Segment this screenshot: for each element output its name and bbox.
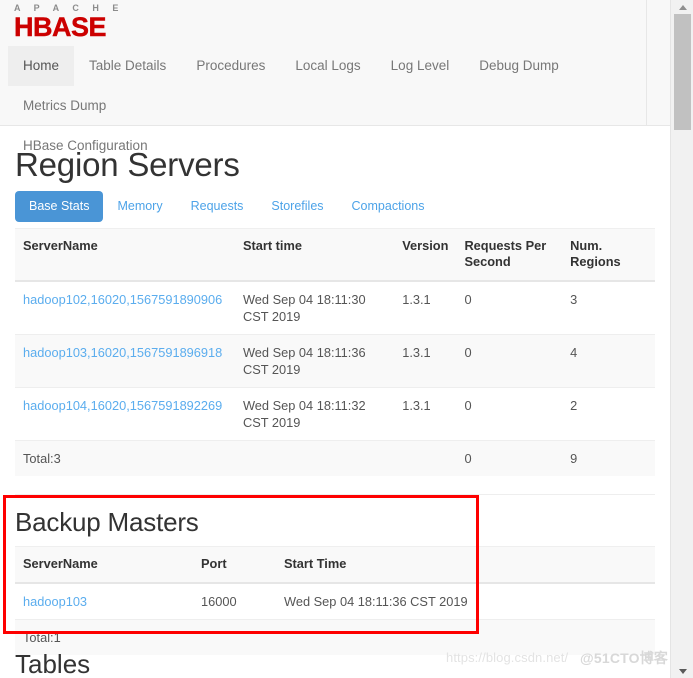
table-total-row: Total:3 0 9	[15, 440, 655, 477]
top-navbar: A P A C H E HBASE Home Table Details Pro…	[0, 0, 670, 153]
scrollbar-down-button[interactable]	[671, 664, 693, 678]
cell-bm-port: 16000	[193, 582, 276, 620]
apache-hbase-logo[interactable]: A P A C H E HBASE	[14, 4, 124, 41]
cell-num-regions: 3	[562, 280, 655, 335]
region-servers-table-body: hadoop102,16020,1567591890906 Wed Sep 04…	[15, 280, 655, 477]
server-link-hadoop103[interactable]: hadoop103,16020,1567591896918	[23, 345, 222, 360]
cell-start-time: Wed Sep 04 18:11:30 CST 2019	[234, 280, 395, 335]
nav-item-log-level[interactable]: Log Level	[376, 46, 465, 86]
nav-item-local-logs[interactable]: Local Logs	[280, 46, 375, 86]
backup-masters-table-body: hadoop103 16000 Wed Sep 04 18:11:36 CST …	[15, 582, 655, 655]
cell-total-version	[394, 440, 457, 477]
column-header-server-name[interactable]: ServerName	[15, 228, 235, 283]
main-container: Region Servers Base Stats Memory Request…	[0, 146, 670, 496]
vertical-scrollbar[interactable]	[670, 0, 693, 678]
cell-bm-total-start-time	[276, 618, 655, 655]
column-header-bm-server-name[interactable]: ServerName	[15, 545, 193, 584]
cell-requests-per-second: 0	[456, 334, 563, 388]
table-row: hadoop103 16000 Wed Sep 04 18:11:36 CST …	[15, 582, 655, 620]
cell-server-name: hadoop103,16020,1567591896918	[15, 334, 235, 388]
scrollbar-thumb[interactable]	[674, 14, 691, 130]
nav-item-procedures[interactable]: Procedures	[181, 46, 280, 86]
chevron-up-icon	[678, 4, 687, 10]
cell-total-label: Total:3	[15, 440, 235, 477]
tab-storefiles[interactable]: Storefiles	[257, 191, 337, 222]
tab-requests[interactable]: Requests	[177, 191, 258, 222]
table-header-row: ServerName Port Start Time	[15, 545, 655, 584]
browser-page: A P A C H E HBASE Home Table Details Pro…	[0, 0, 693, 678]
table-row: hadoop102,16020,1567591890906 Wed Sep 04…	[15, 280, 655, 335]
column-header-bm-port[interactable]: Port	[193, 545, 276, 584]
cell-requests-per-second: 0	[456, 280, 563, 335]
backup-master-link-hadoop103[interactable]: hadoop103	[23, 594, 87, 609]
chevron-down-icon	[678, 668, 687, 674]
nav-item-metrics-dump[interactable]: Metrics Dump	[8, 86, 121, 126]
cell-total-start-time	[234, 440, 395, 477]
cell-requests-per-second: 0	[456, 387, 563, 441]
scrollbar-up-button[interactable]	[671, 0, 693, 14]
table-total-row: Total:1	[15, 618, 655, 655]
cell-start-time: Wed Sep 04 18:11:32 CST 2019	[234, 387, 395, 441]
section-title-tables: Tables	[15, 649, 91, 678]
backup-masters-table-head: ServerName Port Start Time	[15, 545, 655, 584]
cell-start-time: Wed Sep 04 18:11:36 CST 2019	[234, 334, 395, 388]
cell-total-requests-per-second: 0	[456, 440, 563, 477]
nav-item-table-details[interactable]: Table Details	[74, 46, 181, 86]
cell-bm-start-time: Wed Sep 04 18:11:36 CST 2019	[276, 582, 655, 620]
tab-memory[interactable]: Memory	[103, 191, 176, 222]
column-header-bm-start-time[interactable]: Start Time	[276, 545, 655, 584]
server-link-hadoop104[interactable]: hadoop104,16020,1567591892269	[23, 398, 222, 413]
cell-version: 1.3.1	[394, 280, 457, 335]
tab-compactions[interactable]: Compactions	[338, 191, 439, 222]
logo-hbase-text: HBASE	[14, 12, 107, 42]
cell-total-num-regions: 9	[562, 440, 655, 477]
cell-server-name: hadoop104,16020,1567591892269	[15, 387, 235, 441]
tab-base-stats[interactable]: Base Stats	[15, 191, 104, 223]
column-header-requests-per-second[interactable]: Requests Per Second	[456, 228, 563, 283]
cell-num-regions: 4	[562, 334, 655, 388]
section-title-backup-masters: Backup Masters	[15, 507, 199, 537]
navbar-edge-shade	[646, 0, 647, 126]
region-servers-table: ServerName Start time Version Requests P…	[15, 228, 655, 477]
page-viewport: A P A C H E HBASE Home Table Details Pro…	[0, 0, 670, 678]
nav-item-debug-dump[interactable]: Debug Dump	[464, 46, 574, 86]
cell-server-name: hadoop102,16020,1567591890906	[15, 280, 235, 335]
nav-item-home[interactable]: Home	[8, 46, 75, 86]
cell-version: 1.3.1	[394, 387, 457, 441]
column-header-version[interactable]: Version	[394, 228, 457, 283]
server-link-hadoop102[interactable]: hadoop102,16020,1567591890906	[23, 292, 222, 307]
column-header-num-regions[interactable]: Num. Regions	[562, 228, 655, 283]
cell-num-regions: 2	[562, 387, 655, 441]
region-servers-table-head: ServerName Start time Version Requests P…	[15, 228, 655, 283]
backup-masters-section: Backup Masters ServerName Port Start Tim…	[0, 495, 670, 655]
cell-version: 1.3.1	[394, 334, 457, 388]
cell-bm-total-port	[193, 618, 276, 655]
backup-masters-table: ServerName Port Start Time hadoop103 160…	[15, 545, 655, 655]
region-servers-tabs: Base Stats Memory Requests Storefiles Co…	[15, 191, 655, 223]
table-row: hadoop104,16020,1567591892269 Wed Sep 04…	[15, 387, 655, 441]
cell-bm-server-name: hadoop103	[15, 582, 193, 620]
column-header-start-time[interactable]: Start time	[234, 228, 395, 283]
page-title-region-servers: Region Servers	[15, 146, 240, 183]
table-row: hadoop103,16020,1567591896918 Wed Sep 04…	[15, 334, 655, 388]
table-header-row: ServerName Start time Version Requests P…	[15, 228, 655, 283]
